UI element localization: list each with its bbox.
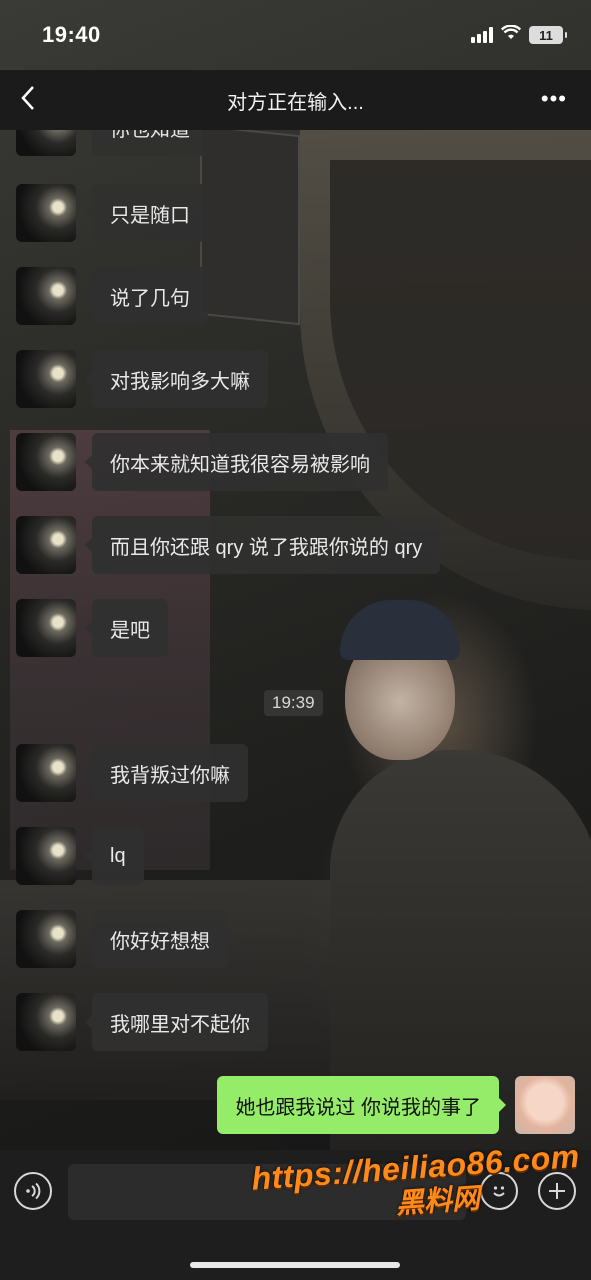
message-bubble[interactable]: 说了几句 <box>85 267 208 325</box>
message-bubble[interactable]: 我哪里对不起你 <box>85 993 268 1051</box>
battery-icon: 11 <box>529 26 567 44</box>
my-avatar[interactable] <box>515 1076 575 1134</box>
message-bubble[interactable]: 你本来就知道我很容易被影响 <box>85 433 388 491</box>
home-indicator <box>190 1262 400 1268</box>
chevron-left-icon <box>21 86 34 110</box>
contact-avatar[interactable] <box>16 599 76 657</box>
chat-title: 对方正在输入... <box>227 91 364 114</box>
contact-avatar[interactable] <box>16 433 76 491</box>
voice-button[interactable] <box>14 1172 52 1210</box>
message-timestamp: 19:39 <box>264 690 323 716</box>
message-bubble[interactable]: 我背叛过你嘛 <box>85 744 248 802</box>
emoji-icon <box>493 1186 505 1197</box>
contact-avatar[interactable] <box>16 744 76 802</box>
status-time: 19:40 <box>42 22 101 47</box>
message-bubble[interactable]: 是吧 <box>85 599 168 657</box>
input-bar <box>0 1150 591 1280</box>
wifi-icon <box>500 24 522 46</box>
contact-avatar[interactable] <box>16 184 76 242</box>
message-bubble[interactable]: 对我影响多大嘛 <box>85 350 268 408</box>
status-bar: 19:40 11 <box>0 0 591 70</box>
more-options-button[interactable]: ••• <box>541 86 567 112</box>
emoji-button[interactable] <box>480 1172 518 1210</box>
voice-icon <box>26 1182 41 1200</box>
back-button[interactable] <box>20 84 36 118</box>
contact-avatar[interactable] <box>16 993 76 1051</box>
cellular-signal-icon <box>471 27 493 43</box>
message-input[interactable] <box>68 1164 466 1220</box>
plus-icon <box>549 1183 565 1199</box>
message-list[interactable]: 你也知道 只是随口 说了几句 对我影响多大嘛 你本来就知道我很容易被影响 而且你… <box>0 130 591 1150</box>
plus-button[interactable] <box>538 1172 576 1210</box>
contact-avatar[interactable] <box>16 516 76 574</box>
contact-avatar[interactable] <box>16 910 76 968</box>
message-bubble[interactable]: lq <box>85 827 144 885</box>
contact-avatar[interactable] <box>16 267 76 325</box>
chat-header: 对方正在输入... ••• <box>0 70 591 130</box>
contact-avatar[interactable] <box>16 350 76 408</box>
message-bubble[interactable]: 而且你还跟 qry 说了我跟你说的 qry <box>84 516 441 574</box>
message-bubble[interactable]: 只是随口 <box>85 184 208 242</box>
message-bubble[interactable]: 你好好想想 <box>85 910 228 968</box>
contact-avatar[interactable] <box>16 827 76 885</box>
message-bubble[interactable]: 你也知道 <box>85 130 208 156</box>
my-message-row: 她也跟我说过 你说我的事了 <box>155 1076 575 1134</box>
contact-avatar[interactable] <box>16 130 76 156</box>
my-message-bubble[interactable]: 她也跟我说过 你说我的事了 <box>217 1076 506 1134</box>
